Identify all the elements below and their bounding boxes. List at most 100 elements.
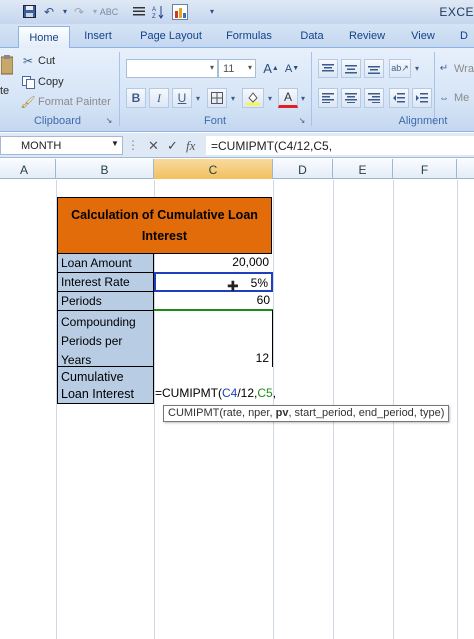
- font-size-value: 11: [223, 63, 235, 75]
- underline-button[interactable]: U: [172, 88, 192, 108]
- svg-text:Z: Z: [152, 14, 156, 19]
- bottom-align-icon[interactable]: [364, 59, 384, 78]
- column-headers: B C D E F A: [0, 159, 474, 179]
- copy-icon[interactable]: [20, 74, 36, 90]
- table-title[interactable]: Calculation of Cumulative Loan Interest: [57, 197, 272, 254]
- shrink-font-icon[interactable]: A ▼: [283, 59, 301, 78]
- formula-suffix: ,: [272, 386, 277, 400]
- column-header-c[interactable]: C: [154, 159, 273, 179]
- italic-button[interactable]: I: [149, 88, 169, 108]
- enter-icon[interactable]: ✓: [167, 138, 178, 154]
- label-loan-amount[interactable]: Loan Amount: [57, 253, 154, 273]
- align-right-icon[interactable]: [364, 88, 384, 108]
- font-group-label: Font: [203, 115, 226, 127]
- decrease-indent-icon[interactable]: [389, 88, 409, 108]
- copy-button[interactable]: Copy: [38, 76, 64, 88]
- tooltip-func: CUMIPMT(: [168, 407, 223, 419]
- bold-button[interactable]: B: [126, 88, 146, 108]
- align-center-icon[interactable]: [341, 88, 361, 108]
- top-align-icon[interactable]: [318, 59, 338, 78]
- clipboard-launcher-icon[interactable]: ↘: [104, 114, 114, 126]
- column-header-e[interactable]: E: [333, 159, 393, 179]
- format-painter-icon[interactable]: 🖌: [20, 94, 36, 110]
- tab-developer[interactable]: D: [456, 28, 472, 48]
- tab-data[interactable]: Data: [292, 28, 332, 48]
- tab-review[interactable]: Review: [344, 28, 390, 48]
- font-name-select[interactable]: ▾: [126, 59, 218, 78]
- column-header-b[interactable]: B: [56, 159, 154, 179]
- cut-icon[interactable]: ✂: [20, 53, 36, 69]
- svg-text:A: A: [152, 7, 156, 13]
- group-separator: [311, 52, 312, 126]
- tooltip-args-after: , start_period, end_period, type): [288, 407, 445, 419]
- label-cumulative-interest[interactable]: Cumulative Loan Interest: [57, 366, 154, 404]
- merge-button[interactable]: Me: [454, 92, 469, 104]
- font-size-select[interactable]: 11 ▾: [218, 59, 256, 78]
- gridline: [457, 180, 458, 639]
- orientation-icon[interactable]: ab↗: [389, 59, 411, 78]
- align-icon[interactable]: [130, 3, 148, 20]
- label-interest-rate[interactable]: Interest Rate: [57, 272, 154, 292]
- ribbon-tabs: Home Insert Page Layout Formulas Data Re…: [0, 24, 474, 49]
- alignment-group-label: Alignment: [398, 115, 448, 127]
- align-left-icon[interactable]: [318, 88, 338, 108]
- chevron-down-icon[interactable]: ▼: [111, 139, 119, 148]
- tab-page-layout[interactable]: Page Layout: [133, 28, 209, 48]
- column-header-g[interactable]: [457, 159, 474, 179]
- wrap-text-button[interactable]: Wra: [454, 63, 474, 75]
- cancel-icon[interactable]: ✕: [148, 138, 159, 154]
- format-painter-button[interactable]: Format Painter: [38, 96, 111, 108]
- chart-icon[interactable]: [171, 3, 189, 20]
- value-loan-amount[interactable]: 20,000: [155, 253, 272, 273]
- formula-bar: MONTH ▼ ⋮ ✕ ✓ fx =CUMIPMT(C4/12,C5,: [0, 133, 474, 158]
- font-color-dropdown-icon[interactable]: ▾: [299, 88, 307, 108]
- formula-ref-c5: C5: [257, 386, 273, 400]
- tab-view[interactable]: View: [405, 28, 441, 48]
- label-periods[interactable]: Periods: [57, 291, 154, 311]
- label-compounding-periods[interactable]: Compounding Periods per Years: [57, 310, 154, 367]
- cut-button[interactable]: Cut: [38, 55, 55, 67]
- tooltip-active-arg: pv: [275, 407, 289, 419]
- formula-ref-c4: C4: [222, 386, 238, 400]
- sort-icon[interactable]: AZ: [150, 3, 168, 20]
- window-title: EXCE: [439, 5, 474, 19]
- tab-formulas[interactable]: Formulas: [220, 28, 278, 48]
- value-periods[interactable]: 60: [154, 291, 273, 311]
- fill-color-dropdown-icon[interactable]: ▾: [265, 88, 275, 108]
- function-tooltip[interactable]: CUMIPMT(rate, nper, pv, start_period, en…: [163, 405, 450, 422]
- formula-prefix: =CUMIPMT(: [155, 386, 222, 400]
- font-color-icon[interactable]: A: [278, 88, 298, 108]
- chevron-down-icon: ▾: [247, 63, 252, 72]
- insert-function-icon[interactable]: fx: [186, 138, 195, 154]
- name-box[interactable]: MONTH: [0, 136, 123, 155]
- paste-icon[interactable]: [0, 54, 14, 76]
- tab-insert[interactable]: Insert: [76, 28, 120, 48]
- tab-home[interactable]: Home: [18, 26, 70, 49]
- customize-qa-icon[interactable]: ▾: [203, 3, 221, 20]
- wrap-text-icon[interactable]: ↵: [437, 59, 451, 78]
- formula-input[interactable]: =CUMIPMT(C4/12,C5,: [206, 136, 474, 155]
- column-header-a[interactable]: A: [20, 163, 28, 177]
- column-header-d[interactable]: D: [273, 159, 333, 179]
- borders-icon[interactable]: [207, 88, 227, 108]
- orientation-dropdown-icon[interactable]: ▾: [412, 59, 422, 78]
- formula-edit-cell[interactable]: =CUMIPMT(C4/12,C5,: [155, 386, 315, 404]
- value-interest-rate[interactable]: 5%: [154, 272, 273, 292]
- tooltip-args-before: rate, nper,: [223, 407, 276, 419]
- underline-dropdown-icon[interactable]: ▾: [193, 88, 203, 108]
- value-compounding-periods[interactable]: 12: [155, 349, 272, 367]
- save-icon[interactable]: [20, 3, 38, 20]
- grow-font-icon[interactable]: A ▲: [262, 59, 280, 78]
- title-bar: ↶ ▾ ↷ ▾ ABC AZ ▾ EXCE: [0, 0, 474, 24]
- borders-dropdown-icon[interactable]: ▾: [228, 88, 238, 108]
- resize-handle[interactable]: ⋮: [127, 138, 139, 152]
- ribbon: te ✂ Cut Copy 🖌 Format Painter Clipboard…: [0, 48, 474, 132]
- paste-button[interactable]: te: [0, 85, 9, 97]
- spelling-icon[interactable]: ABC: [100, 3, 119, 20]
- increase-indent-icon[interactable]: [412, 88, 432, 108]
- middle-align-icon[interactable]: [341, 59, 361, 78]
- font-launcher-icon[interactable]: ↘: [297, 114, 307, 126]
- column-header-f[interactable]: F: [393, 159, 457, 179]
- merge-icon[interactable]: ⇔: [437, 88, 451, 108]
- fill-color-icon[interactable]: [242, 88, 264, 108]
